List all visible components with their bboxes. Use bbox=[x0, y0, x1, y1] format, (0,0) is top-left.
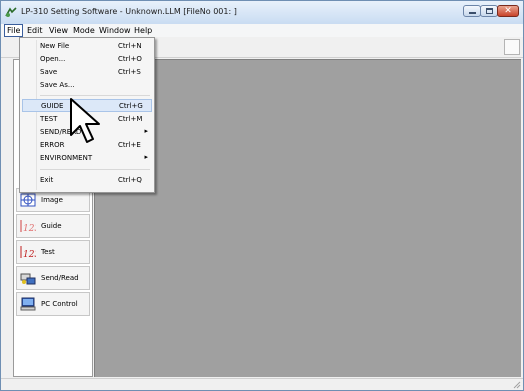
menu-item-label: Save As... bbox=[40, 81, 75, 89]
submenu-arrow-icon: ▸ bbox=[144, 127, 148, 135]
pc-control-icon bbox=[20, 297, 36, 311]
maximize-button[interactable] bbox=[480, 5, 498, 17]
pc-control-button-label: PC Control bbox=[41, 300, 78, 308]
menu-item-shortcut: Ctrl+S bbox=[118, 68, 141, 76]
window-title: LP-310 Setting Software - Unknown.LLM [F… bbox=[21, 7, 237, 16]
menu-item-open[interactable]: Open... Ctrl+O bbox=[22, 53, 152, 66]
menu-item-shortcut: Ctrl+G bbox=[119, 102, 143, 110]
menu-item-save-as[interactable]: Save As... bbox=[22, 79, 152, 92]
mouse-pointer-icon bbox=[70, 98, 100, 143]
menu-separator bbox=[40, 95, 150, 96]
menu-item-label: Save bbox=[40, 68, 58, 76]
submenu-arrow-icon: ▸ bbox=[144, 153, 148, 161]
menu-bar: File Edit View Mode Window Help bbox=[1, 24, 523, 37]
test-button[interactable]: 123 Test bbox=[16, 240, 90, 264]
svg-text:123: 123 bbox=[23, 224, 36, 233]
menu-item-save[interactable]: Save Ctrl+S bbox=[22, 66, 152, 79]
app-icon bbox=[5, 7, 17, 17]
toolbar-button[interactable] bbox=[504, 39, 520, 55]
main-workspace[interactable] bbox=[94, 59, 521, 377]
test-button-label: Test bbox=[41, 248, 55, 256]
status-bar bbox=[1, 378, 523, 390]
menu-item-environment[interactable]: ENVIRONMENT ▸ bbox=[22, 152, 152, 165]
send-read-button[interactable]: Send/Read bbox=[16, 266, 90, 290]
resize-grip-icon[interactable] bbox=[512, 380, 521, 389]
menu-mode[interactable]: Mode bbox=[71, 24, 97, 37]
menu-item-shortcut: Ctrl+N bbox=[118, 42, 142, 50]
menu-item-label: TEST bbox=[40, 115, 58, 123]
guide-icon: 123 bbox=[20, 219, 36, 233]
guide-button-label: Guide bbox=[41, 222, 62, 230]
menu-window[interactable]: Window bbox=[97, 24, 133, 37]
image-button-label: Image bbox=[41, 196, 63, 204]
menu-view[interactable]: View bbox=[47, 24, 70, 37]
menu-item-shortcut: Ctrl+Q bbox=[118, 176, 142, 184]
menu-item-shortcut: Ctrl+O bbox=[118, 55, 142, 63]
close-button[interactable]: ✕ bbox=[497, 5, 519, 17]
minimize-icon bbox=[468, 12, 476, 14]
menu-item-label: Open... bbox=[40, 55, 66, 63]
menu-item-new-file[interactable]: New File Ctrl+N bbox=[22, 40, 152, 53]
menu-item-label: GUIDE bbox=[41, 102, 64, 110]
menu-help[interactable]: Help bbox=[132, 24, 154, 37]
menu-item-label: Exit bbox=[40, 176, 54, 184]
menu-item-label: ENVIRONMENT bbox=[40, 154, 93, 162]
pc-control-button[interactable]: PC Control bbox=[16, 292, 90, 316]
menu-item-exit[interactable]: Exit Ctrl+Q bbox=[22, 174, 152, 187]
svg-text:123: 123 bbox=[23, 250, 36, 259]
title-bar: LP-310 Setting Software - Unknown.LLM [F… bbox=[1, 1, 523, 24]
guide-button[interactable]: 123 Guide bbox=[16, 214, 90, 238]
image-icon bbox=[20, 193, 36, 207]
maximize-icon bbox=[485, 8, 493, 14]
test-icon: 123 bbox=[20, 245, 36, 259]
menu-separator bbox=[40, 169, 150, 170]
app-window: LP-310 Setting Software - Unknown.LLM [F… bbox=[0, 0, 524, 391]
menu-item-shortcut: Ctrl+E bbox=[118, 141, 141, 149]
menu-item-label: ERROR bbox=[40, 141, 65, 149]
menu-edit[interactable]: Edit bbox=[25, 24, 45, 37]
send-read-icon bbox=[20, 271, 36, 285]
menu-item-shortcut: Ctrl+M bbox=[118, 115, 143, 123]
send-read-button-label: Send/Read bbox=[41, 274, 79, 282]
minimize-button[interactable] bbox=[463, 5, 481, 17]
menu-item-label: New File bbox=[40, 42, 70, 50]
close-icon: ✕ bbox=[504, 6, 512, 16]
menu-file[interactable]: File bbox=[4, 24, 24, 37]
